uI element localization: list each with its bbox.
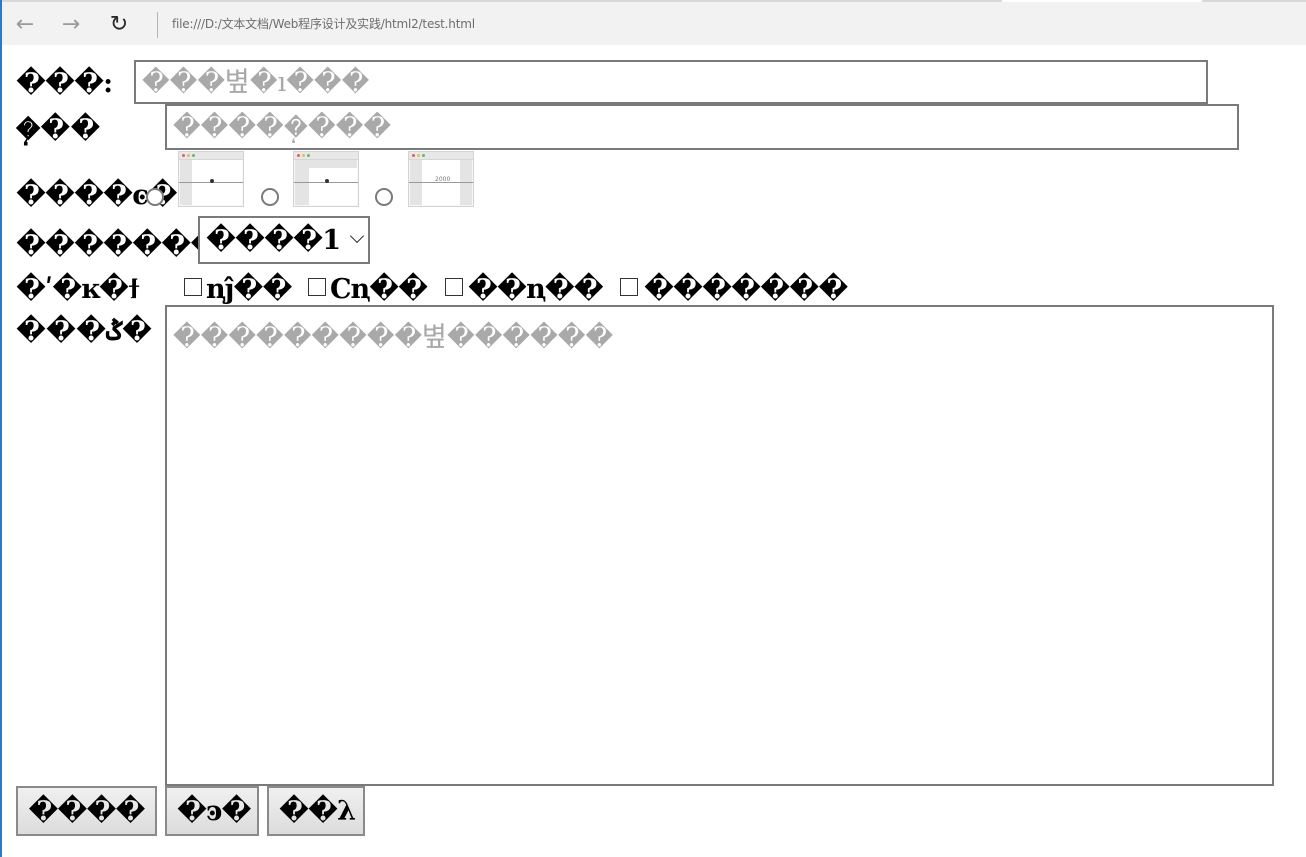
- checkbox-4[interactable]: [620, 278, 638, 296]
- content-textarea[interactable]: [165, 305, 1274, 786]
- image-thumbnail-3: 2000: [408, 151, 474, 207]
- textarea-label: ���ݣ�: [16, 316, 153, 347]
- select-value: ����1: [206, 224, 341, 256]
- browser-window: ← → ↻ file:///D:/文本文档/Web程序设计及实践/html2/t…: [0, 0, 1306, 857]
- image-thumbnail-1: [178, 151, 244, 207]
- checkbox-4-label: �������: [644, 274, 848, 305]
- browser-toolbar: ← → ↻ file:///D:/文本文档/Web程序设计及实践/html2/t…: [2, 0, 1306, 45]
- checkbox-1[interactable]: [184, 278, 202, 296]
- image-thumbnail-2: [293, 151, 359, 207]
- address-bar[interactable]: file:///D:/文本文档/Web程序设计及实践/html2/test.ht…: [172, 15, 475, 32]
- password-label: �ܴ��: [16, 114, 101, 145]
- cancel-button[interactable]: ��λ: [267, 786, 365, 836]
- image-radio-3[interactable]: [375, 188, 393, 206]
- active-tab-indicator: [1002, 0, 1202, 2]
- address-separator: [157, 12, 158, 38]
- reset-button[interactable]: �ͽ�: [165, 786, 259, 836]
- name-input[interactable]: [134, 60, 1208, 104]
- checkbox-3[interactable]: [445, 278, 463, 296]
- checkbox-group-label: �ʹ�ĸ�ϯ: [16, 274, 140, 305]
- password-input[interactable]: [165, 104, 1239, 150]
- checkbox-2[interactable]: [308, 278, 326, 296]
- image-radio-1[interactable]: [146, 188, 164, 206]
- checkbox-1-label: ꞑĵ��: [206, 274, 293, 305]
- thumbnail-3-text: 2000: [435, 176, 451, 183]
- select-label: �������: [16, 230, 220, 261]
- checkbox-2-label: Cꞑ��: [330, 274, 428, 305]
- back-arrow-icon[interactable]: ←: [10, 10, 40, 38]
- name-label: ���:: [16, 68, 113, 99]
- option-select[interactable]: ����1: [198, 216, 370, 264]
- chevron-down-icon: [349, 228, 365, 244]
- refresh-icon[interactable]: ↻: [104, 10, 134, 38]
- image-radio-2[interactable]: [261, 188, 279, 206]
- forward-arrow-icon[interactable]: →: [56, 10, 86, 38]
- submit-button[interactable]: ����: [16, 786, 157, 836]
- checkbox-3-label: ��ꞑ��: [468, 274, 604, 305]
